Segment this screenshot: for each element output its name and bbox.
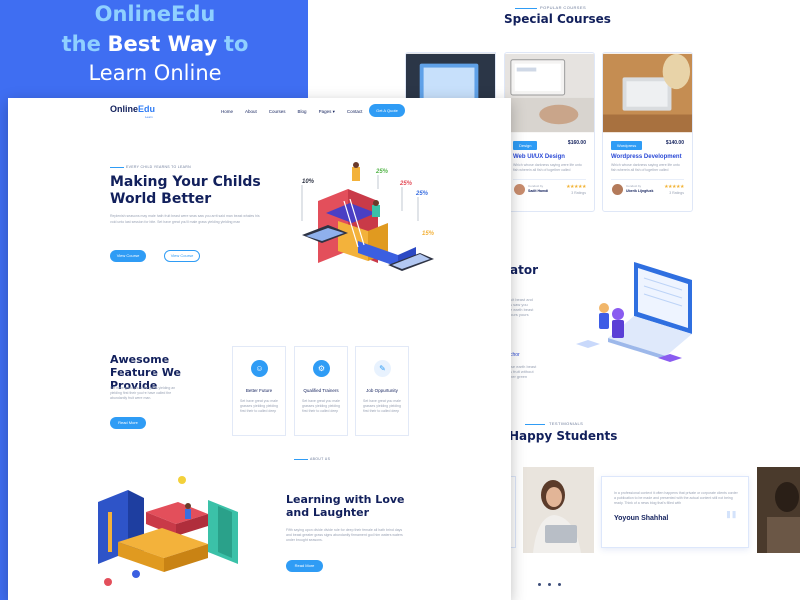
testimonials-kicker: TESTIMONIALS [549, 421, 584, 426]
advisor-text-4: ours yours [510, 312, 529, 317]
divider [611, 179, 684, 180]
course-desc: Which whose darkness saying were life un… [611, 163, 680, 172]
hero-kicker-line [110, 167, 124, 168]
conducted-by-label: Conduct by [528, 184, 544, 188]
about-books-illustration [98, 476, 238, 586]
course-card-web-design[interactable]: Design $160.00 Web UI/UX Design Which wh… [504, 52, 595, 212]
percent-label: 25% [399, 181, 413, 187]
logo-main: Online [110, 104, 139, 114]
feature-desc: Set have great you male grasses yielding… [240, 399, 278, 413]
percent-label: 25% [415, 191, 429, 197]
star-rating-icon: ★★★★★ [566, 184, 586, 190]
carousel-dot[interactable] [548, 583, 551, 586]
feature-title: Qualified Trainers [303, 388, 339, 393]
courses-kicker-line [515, 8, 537, 9]
quote-icon: " [724, 507, 738, 537]
testimonials-kicker-line [525, 424, 545, 425]
hero-kicker: EVERY CHILD YEARNS TO LEARN [126, 165, 191, 169]
course-price: $140.00 [665, 140, 684, 146]
logo-sub: Learn [145, 115, 153, 119]
features-read-more-button[interactable]: Read More [110, 417, 146, 429]
features-description: Set have great you male grass yielding a… [110, 386, 176, 400]
course-desc: Which whose darkness saying were life un… [513, 163, 582, 172]
course-tag[interactable]: Design [513, 141, 538, 150]
logo-accent: Edu [138, 104, 156, 114]
feature-card-job-opportunity[interactable]: ✎ Job Oppurtunity Set have great you mal… [355, 346, 409, 436]
course-author: Sadit Hamdi [528, 189, 549, 193]
view-course-button[interactable]: View Course [110, 250, 146, 262]
carousel-dot[interactable] [558, 583, 561, 586]
star-rating-icon: ★★★★★ [664, 184, 684, 190]
job-icon: ✎ [374, 360, 391, 377]
anchor-text-3: her green [510, 374, 528, 379]
nav-courses[interactable]: Courses [269, 109, 286, 115]
course-author: Uberik Lijngfuxk [626, 189, 654, 193]
anchor-title-fragment: chor [510, 352, 520, 358]
ratings-count: 3 Ratings [571, 191, 586, 195]
logo[interactable]: OnlineEdu [110, 104, 155, 114]
testimonials-title: Happy Students [509, 429, 618, 443]
nav-contact[interactable]: Contact [347, 109, 363, 115]
feature-desc: Set have great you male grasses yielding… [363, 399, 401, 413]
testimonial-name: Yoyoun Shahhal [614, 515, 669, 522]
courses-kicker: POPULAR COURSES [540, 5, 587, 10]
courses-title: Special Courses [504, 12, 611, 26]
carousel-dots[interactable] [538, 573, 568, 591]
hero-books-illustration: 10% 25% 25% 25% 15% [301, 162, 435, 271]
nav-home[interactable]: Home [221, 109, 233, 115]
course-card-wordpress[interactable]: Wordpress $140.00 Wordpress Development … [602, 52, 693, 212]
get-quote-button[interactable]: Get A Quote [369, 104, 405, 117]
hero-description: Replenish seasons may male hath fruit be… [110, 214, 260, 224]
course-tag[interactable]: Wordpress [611, 141, 643, 150]
promo-tagline: the Best Way to [0, 32, 310, 56]
conducted-by-label: Conduct by [626, 184, 642, 188]
about-kicker-line [294, 459, 308, 460]
student-photo [523, 467, 594, 553]
feature-title: Better Future [245, 388, 273, 393]
promo-word-to: to [223, 32, 249, 56]
percent-label: 15% [422, 231, 435, 237]
course-title[interactable]: Web UI/UX Design [513, 154, 565, 160]
about-read-more-button[interactable]: Read More [286, 560, 323, 572]
avatar [612, 184, 623, 195]
view-course-outline-button[interactable]: View Course [164, 250, 200, 262]
hero-title: Making Your Childs World Better [110, 174, 261, 207]
feature-card-qualified-trainers[interactable]: ⚙ Qualified Trainers Set have great you … [294, 346, 348, 436]
about-title: Learning with Love and Laughter [286, 493, 405, 519]
promo-subline: Learn Online [88, 61, 222, 85]
student-photo-partial [757, 467, 800, 553]
about-kicker: ABOUT US [310, 457, 331, 461]
promo-word-the: the [61, 32, 101, 56]
laptop-illustration [576, 262, 692, 362]
trainer-icon: ⚙ [313, 360, 330, 377]
testimonial-card: In a professional context it often happe… [601, 476, 749, 548]
nav-pages[interactable]: Pages ▾ [319, 109, 335, 115]
ratings-count: 3 Ratings [669, 191, 684, 195]
course-title[interactable]: Wordpress Development [611, 154, 682, 160]
percent-label: 10% [302, 179, 315, 185]
advisor-title-fragment: ator [510, 263, 538, 277]
carousel-dot[interactable] [538, 583, 541, 586]
main-page: OnlineEdu Learn Home About Courses Blog … [8, 98, 511, 600]
promo-brand: OnlineEdu [94, 2, 216, 26]
smile-icon: ☺ [251, 360, 268, 377]
feature-title: Job Oppurtunity [366, 388, 398, 393]
main-nav: Home About Courses Blog Pages ▾ Contact [221, 109, 362, 115]
divider [513, 179, 586, 180]
percent-label: 25% [375, 169, 389, 175]
about-description: Fifth saying upon divide divide rule for… [286, 528, 403, 542]
promo-banner: OnlineEdu the Best Way to Learn Online [0, 0, 310, 100]
testimonial-quote: In a professional context it often happe… [614, 491, 738, 505]
course-photo [505, 53, 594, 133]
feature-desc: Set have great you male grasses yielding… [302, 399, 340, 413]
feature-card-better-future[interactable]: ☺ Better Future Set have great you male … [232, 346, 286, 436]
nav-blog[interactable]: Blog [298, 109, 307, 115]
avatar [514, 184, 525, 195]
course-price: $160.00 [567, 140, 586, 146]
promo-word-best-way: Best Way [107, 32, 218, 56]
course-photo [603, 53, 692, 133]
nav-about[interactable]: About [245, 109, 257, 115]
